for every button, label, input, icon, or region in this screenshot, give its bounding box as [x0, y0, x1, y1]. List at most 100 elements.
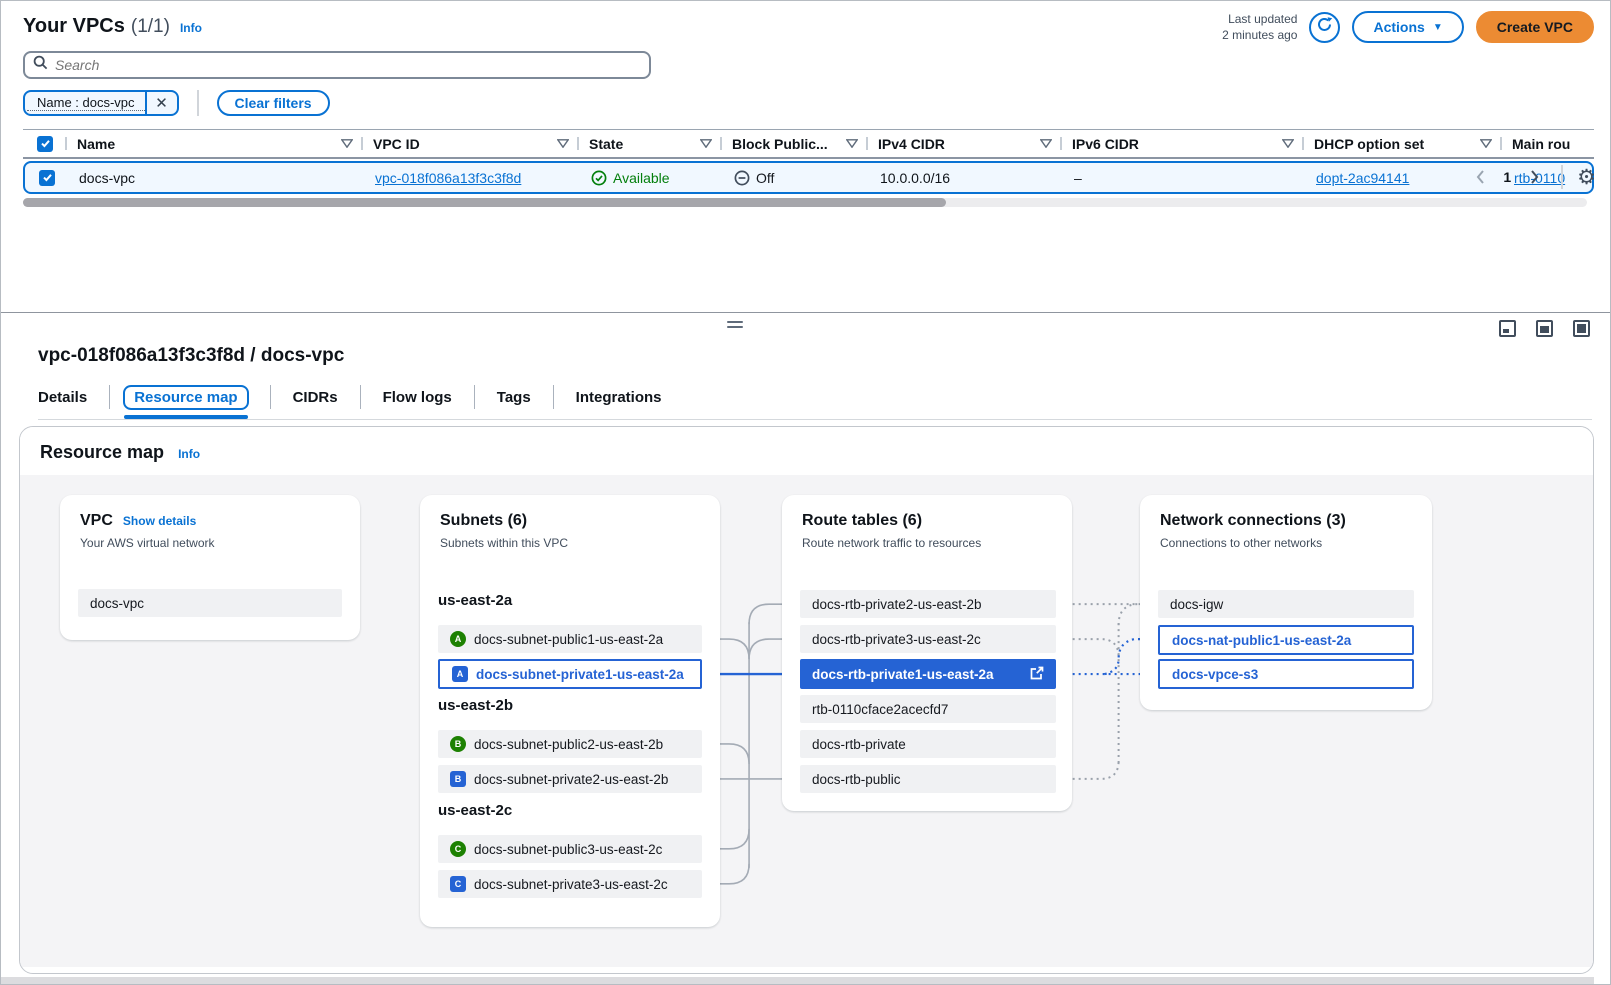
- external-link-icon[interactable]: [1030, 666, 1044, 683]
- map-item-network-connection[interactable]: docs-igw: [1158, 590, 1414, 618]
- private-subnet-badge: B: [450, 771, 466, 787]
- vpc-card: VPC Show details Your AWS virtual networ…: [60, 495, 360, 640]
- filter-chip-close-icon[interactable]: ✕: [147, 90, 177, 116]
- map-item-subnet[interactable]: C docs-subnet-private3-us-east-2c: [438, 870, 702, 898]
- search-icon: [33, 55, 48, 75]
- cell-ipv4-cidr: 10.0.0.0/16: [870, 170, 1064, 186]
- map-item-route-table-selected[interactable]: docs-rtb-private1-us-east-2a: [800, 659, 1056, 689]
- vpc-card-title: VPC: [80, 512, 113, 530]
- filter-icon[interactable]: [1474, 139, 1492, 148]
- search-box[interactable]: [23, 51, 651, 79]
- route-tables-card-subtitle: Route network traffic to resources: [802, 536, 1052, 550]
- subnets-card-subtitle: Subnets within this VPC: [440, 536, 700, 550]
- dhcp-option-set-link[interactable]: dopt-2ac94141: [1316, 170, 1409, 186]
- vpc-list-panel: Your VPCs (1/1) Info Last updated 2 minu…: [1, 1, 1610, 313]
- split-panel-layout-controls: [1499, 320, 1590, 337]
- map-item-subnet[interactable]: B docs-subnet-public2-us-east-2b: [438, 730, 702, 758]
- map-item-subnet[interactable]: B docs-subnet-private2-us-east-2b: [438, 765, 702, 793]
- detail-tabs: Details Resource map CIDRs Flow logs Tag…: [38, 383, 1592, 420]
- resource-map-info-link[interactable]: Info: [178, 447, 200, 461]
- route-tables-card: Route tables (6) Route network traffic t…: [782, 495, 1072, 811]
- preferences-gear-icon[interactable]: ⚙: [1577, 167, 1596, 188]
- vpc-id-link[interactable]: vpc-018f086a13f3c3f8d: [375, 170, 521, 186]
- vpc-table-row[interactable]: docs-vpc vpc-018f086a13f3c3f8d Available…: [23, 161, 1594, 194]
- list-header: Your VPCs (1/1) Info Last updated 2 minu…: [1, 1, 1610, 43]
- block-public-value: Off: [734, 170, 774, 186]
- previous-page-icon[interactable]: [1467, 164, 1493, 190]
- panel-size-small-icon[interactable]: [1499, 320, 1516, 337]
- filter-icon[interactable]: [694, 139, 712, 148]
- filter-chip-label[interactable]: Name : docs-vpc: [27, 95, 145, 111]
- state-value: Available: [591, 170, 670, 186]
- private-subnet-badge: A: [452, 666, 468, 682]
- tab-details[interactable]: Details: [38, 383, 87, 419]
- filter-icon[interactable]: [840, 139, 858, 148]
- current-page[interactable]: 1: [1499, 169, 1515, 185]
- network-connections-card-title: Network connections (3): [1160, 512, 1346, 530]
- filter-icon[interactable]: [1034, 139, 1052, 148]
- detail-title: vpc-018f086a13f3c3f8d / docs-vpc: [1, 313, 1610, 367]
- caret-down-icon: ▼: [1433, 22, 1443, 33]
- resource-map-canvas: VPC Show details Your AWS virtual networ…: [20, 475, 1593, 967]
- col-name[interactable]: Name: [77, 136, 115, 152]
- panel-size-full-icon[interactable]: [1573, 320, 1590, 337]
- divider: [197, 90, 199, 116]
- map-item-vpc[interactable]: docs-vpc: [78, 589, 342, 617]
- map-item-route-table[interactable]: docs-rtb-private2-us-east-2b: [800, 590, 1056, 618]
- col-dhcp-option-set[interactable]: DHCP option set: [1314, 136, 1424, 152]
- az-heading: us-east-2a: [438, 592, 512, 609]
- col-ipv4-cidr[interactable]: IPv4 CIDR: [878, 136, 945, 152]
- map-item-subnet-selected[interactable]: A docs-subnet-private1-us-east-2a: [438, 659, 702, 689]
- split-panel-drag-handle[interactable]: [727, 321, 743, 331]
- filter-icon[interactable]: [1276, 139, 1294, 148]
- check-circle-icon: [591, 170, 607, 186]
- filter-icon[interactable]: [551, 139, 569, 148]
- refresh-button[interactable]: [1309, 12, 1340, 43]
- map-item-route-table[interactable]: rtb-0110cface2acecfd7: [800, 695, 1056, 723]
- resource-map-container: Resource map Info: [19, 426, 1594, 974]
- page-title: Your VPCs: [23, 15, 125, 38]
- select-all-checkbox[interactable]: [37, 136, 53, 152]
- tab-resource-map[interactable]: Resource map: [132, 383, 239, 419]
- map-item-network-connection-selected[interactable]: docs-nat-public1-us-east-2a: [1158, 625, 1414, 655]
- next-page-icon[interactable]: [1521, 164, 1547, 190]
- public-subnet-badge: C: [450, 841, 466, 857]
- map-item-network-connection-selected[interactable]: docs-vpce-s3: [1158, 659, 1414, 689]
- actions-button[interactable]: Actions ▼: [1352, 11, 1463, 43]
- create-vpc-button[interactable]: Create VPC: [1476, 11, 1594, 43]
- resource-map-title: Resource map: [40, 442, 164, 463]
- cell-name: docs-vpc: [69, 170, 365, 186]
- tab-integrations[interactable]: Integrations: [576, 383, 662, 419]
- search-input[interactable]: [55, 57, 641, 73]
- vpc-console-page: Your VPCs (1/1) Info Last updated 2 minu…: [0, 0, 1611, 985]
- tab-tags[interactable]: Tags: [497, 383, 531, 419]
- col-main-route-table[interactable]: Main rou: [1512, 136, 1570, 152]
- page-bottom-scrollbar[interactable]: [1, 977, 1594, 984]
- map-item-route-table[interactable]: docs-rtb-private: [800, 730, 1056, 758]
- horizontal-scrollbar-thumb[interactable]: [23, 198, 946, 207]
- col-state[interactable]: State: [589, 136, 623, 152]
- vpc-card-subtitle: Your AWS virtual network: [80, 536, 340, 550]
- info-link[interactable]: Info: [180, 21, 202, 35]
- pagination: 1 ⚙: [1467, 164, 1596, 190]
- row-checkbox[interactable]: [39, 170, 55, 186]
- tab-cidrs[interactable]: CIDRs: [293, 383, 338, 419]
- subnets-card-title: Subnets (6): [440, 512, 527, 530]
- map-item-subnet[interactable]: A docs-subnet-public1-us-east-2a: [438, 625, 702, 653]
- map-item-route-table[interactable]: docs-rtb-public: [800, 765, 1056, 793]
- tab-flow-logs[interactable]: Flow logs: [383, 383, 452, 419]
- cell-ipv6-cidr: –: [1064, 170, 1306, 186]
- az-heading: us-east-2b: [438, 697, 513, 714]
- page-count: (1/1): [131, 16, 170, 38]
- panel-size-half-icon[interactable]: [1536, 320, 1553, 337]
- clear-filters-button[interactable]: Clear filters: [217, 90, 330, 116]
- map-item-subnet[interactable]: C docs-subnet-public3-us-east-2c: [438, 835, 702, 863]
- map-item-route-table[interactable]: docs-rtb-private3-us-east-2c: [800, 625, 1056, 653]
- route-tables-card-title: Route tables (6): [802, 512, 922, 530]
- network-connections-card-subtitle: Connections to other networks: [1160, 536, 1412, 550]
- filter-icon[interactable]: [335, 139, 353, 148]
- col-ipv6-cidr[interactable]: IPv6 CIDR: [1072, 136, 1139, 152]
- col-vpc-id[interactable]: VPC ID: [373, 136, 420, 152]
- col-block-public[interactable]: Block Public...: [732, 136, 828, 152]
- show-details-link[interactable]: Show details: [123, 514, 196, 528]
